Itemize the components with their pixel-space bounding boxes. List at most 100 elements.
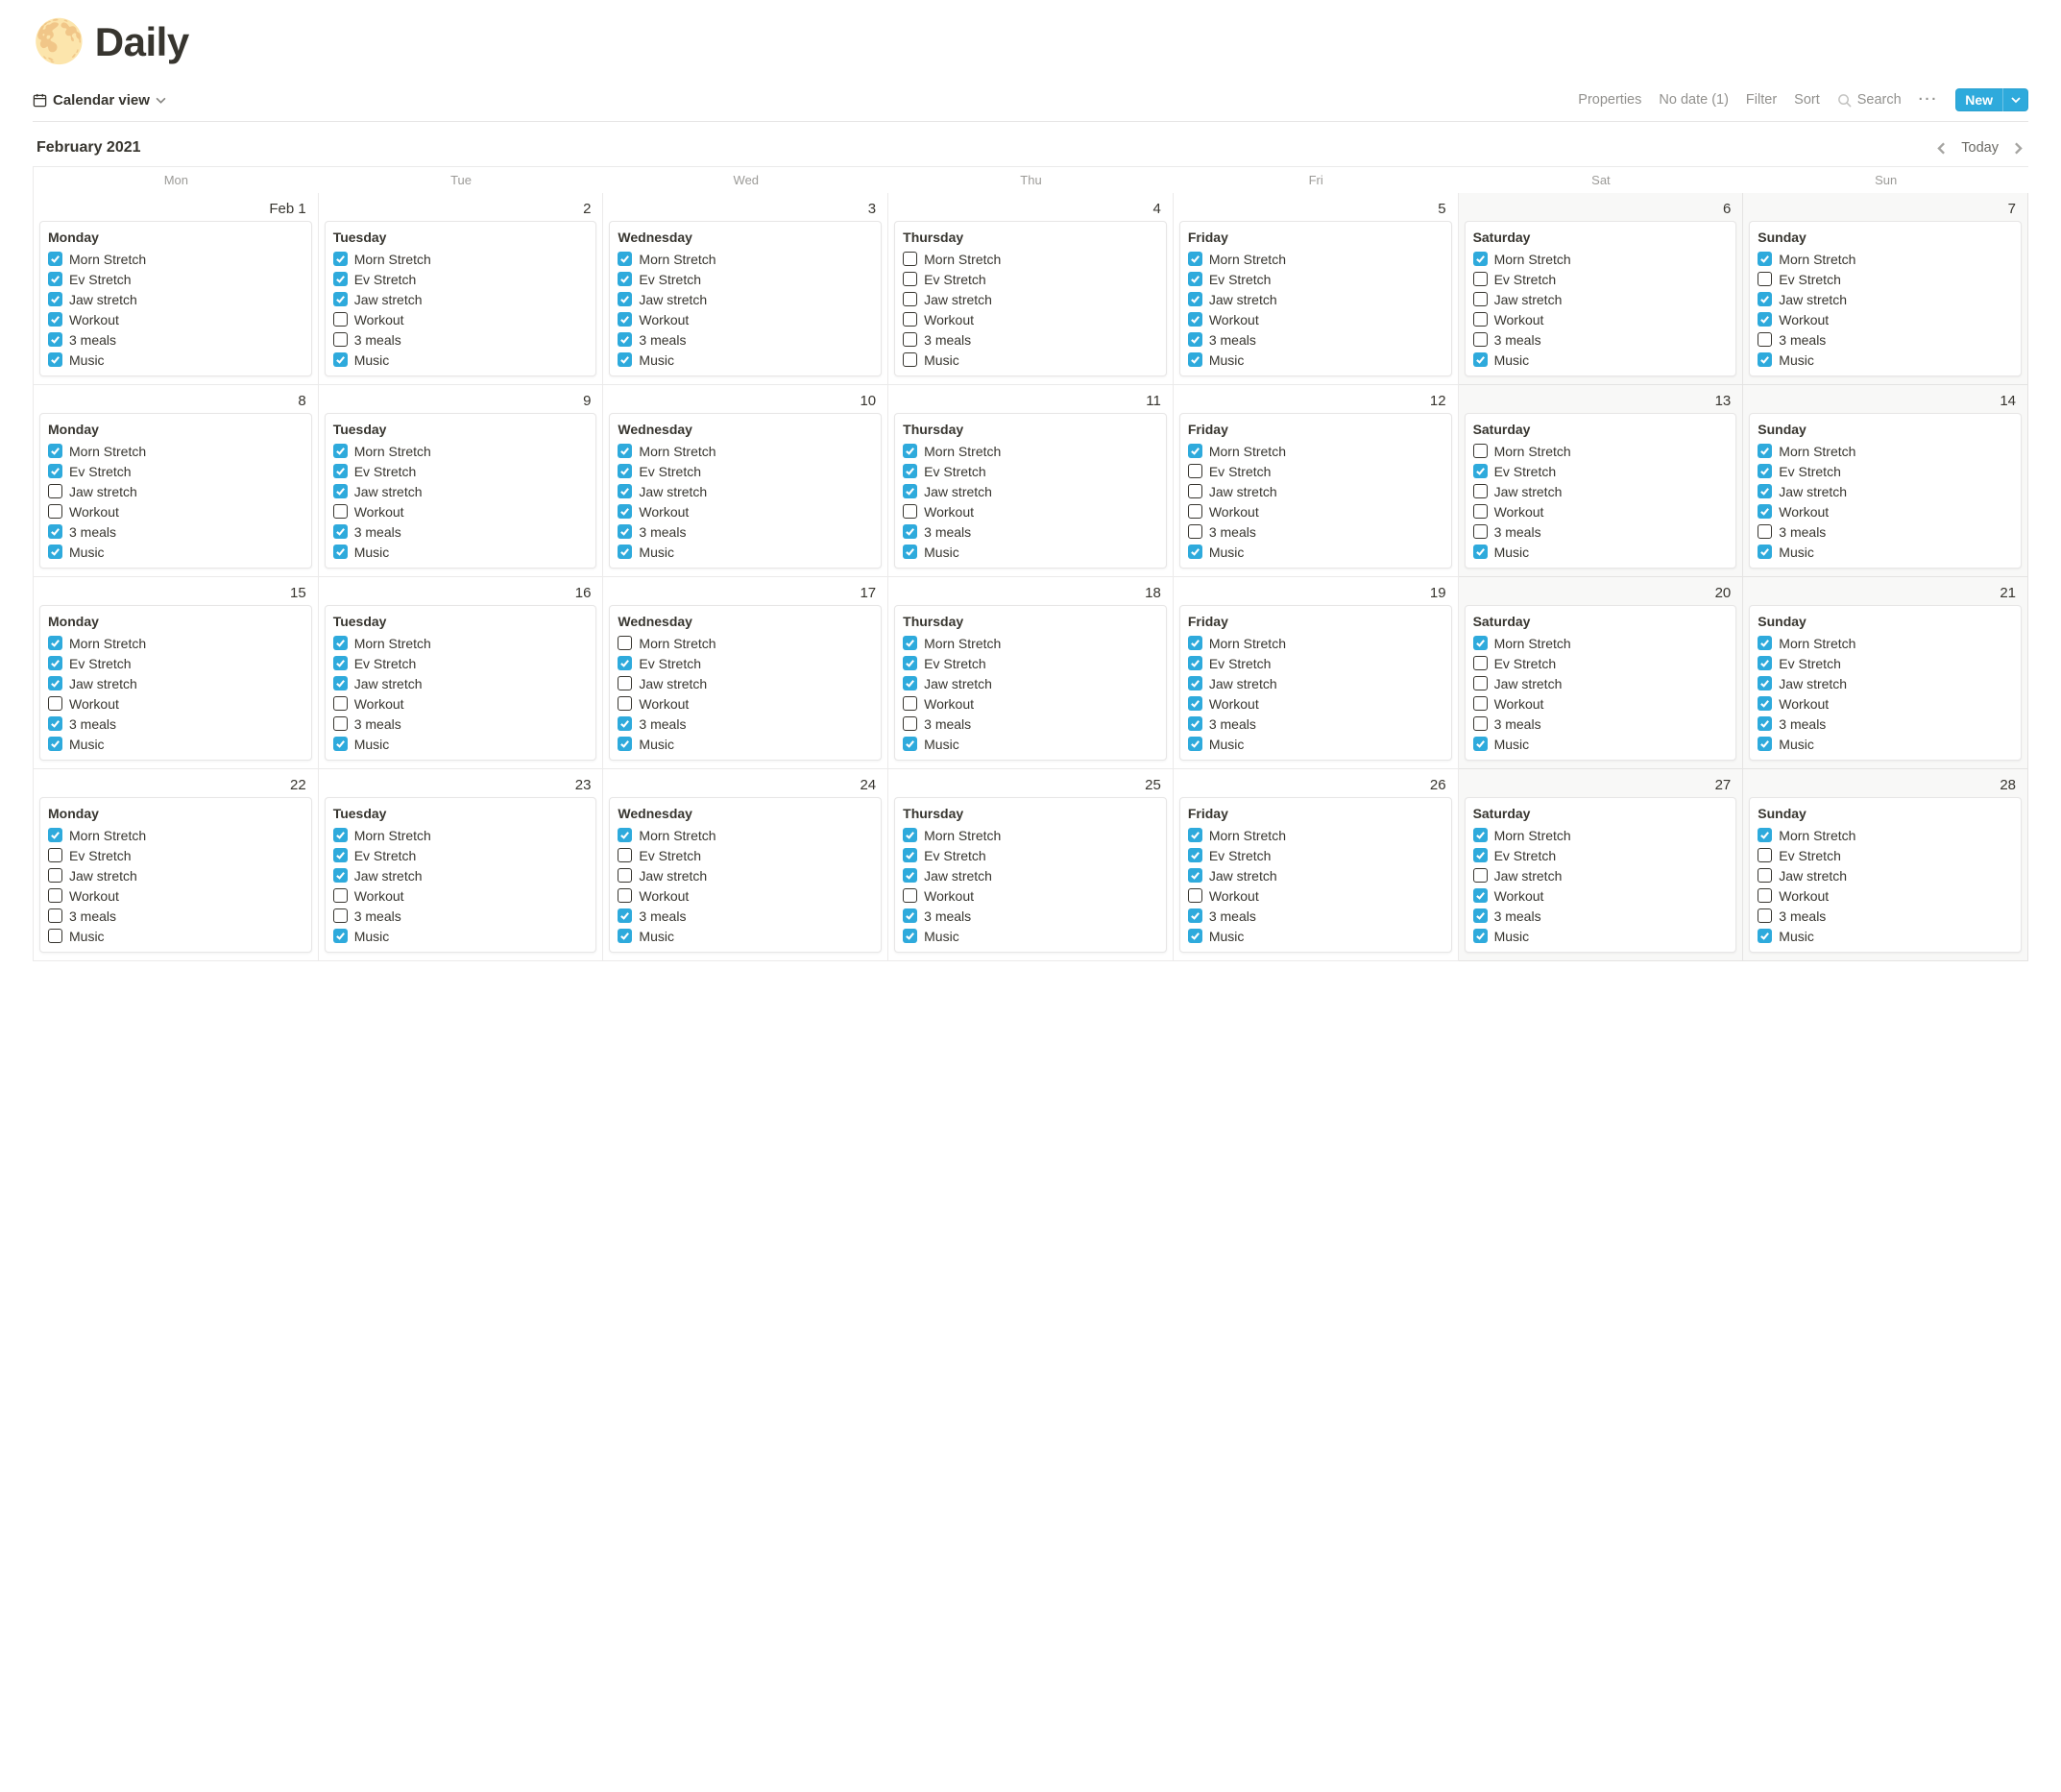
calendar-cell[interactable]: 9TuesdayMorn StretchEv StretchJaw stretc… <box>319 385 604 577</box>
checkbox[interactable] <box>1473 696 1488 711</box>
calendar-cell[interactable]: 2TuesdayMorn StretchEv StretchJaw stretc… <box>319 193 604 385</box>
checkbox[interactable] <box>903 504 917 519</box>
day-card[interactable]: MondayMorn StretchEv StretchJaw stretchW… <box>39 413 312 569</box>
checkbox[interactable] <box>618 908 632 923</box>
calendar-cell[interactable]: 26FridayMorn StretchEv StretchJaw stretc… <box>1174 769 1459 961</box>
checkbox[interactable] <box>1758 524 1772 539</box>
sort-button[interactable]: Sort <box>1794 92 1820 108</box>
checkbox[interactable] <box>1473 524 1488 539</box>
checkbox[interactable] <box>903 312 917 327</box>
checkbox[interactable] <box>333 676 348 690</box>
checkbox[interactable] <box>333 929 348 943</box>
checkbox[interactable] <box>1188 484 1202 498</box>
checkbox[interactable] <box>1473 292 1488 306</box>
checkbox[interactable] <box>333 656 348 670</box>
checkbox[interactable] <box>1473 272 1488 286</box>
calendar-cell[interactable]: 8MondayMorn StretchEv StretchJaw stretch… <box>34 385 319 577</box>
checkbox[interactable] <box>1758 848 1772 862</box>
checkbox[interactable] <box>48 312 62 327</box>
calendar-cell[interactable]: 17WednesdayMorn StretchEv StretchJaw str… <box>603 577 888 769</box>
calendar-cell[interactable]: 15MondayMorn StretchEv StretchJaw stretc… <box>34 577 319 769</box>
calendar-cell[interactable]: 7SundayMorn StretchEv StretchJaw stretch… <box>1743 193 2028 385</box>
checkbox[interactable] <box>48 352 62 367</box>
checkbox[interactable] <box>618 716 632 731</box>
day-card[interactable]: FridayMorn StretchEv StretchJaw stretchW… <box>1179 221 1452 376</box>
checkbox[interactable] <box>618 352 632 367</box>
checkbox[interactable] <box>48 716 62 731</box>
checkbox[interactable] <box>333 828 348 842</box>
calendar-cell[interactable]: 25ThursdayMorn StretchEv StretchJaw stre… <box>888 769 1174 961</box>
checkbox[interactable] <box>903 252 917 266</box>
checkbox[interactable] <box>1473 332 1488 347</box>
calendar-cell[interactable]: 5FridayMorn StretchEv StretchJaw stretch… <box>1174 193 1459 385</box>
day-card[interactable]: TuesdayMorn StretchEv StretchJaw stretch… <box>325 605 597 761</box>
checkbox[interactable] <box>1188 828 1202 842</box>
calendar-cell[interactable]: 28SundayMorn StretchEv StretchJaw stretc… <box>1743 769 2028 961</box>
checkbox[interactable] <box>333 545 348 559</box>
checkbox[interactable] <box>1188 737 1202 751</box>
checkbox[interactable] <box>903 352 917 367</box>
checkbox[interactable] <box>48 524 62 539</box>
checkbox[interactable] <box>1473 252 1488 266</box>
new-button[interactable]: New <box>1955 88 2028 111</box>
checkbox[interactable] <box>1188 252 1202 266</box>
day-card[interactable]: FridayMorn StretchEv StretchJaw stretchW… <box>1179 413 1452 569</box>
checkbox[interactable] <box>1758 252 1772 266</box>
checkbox[interactable] <box>903 292 917 306</box>
day-card[interactable]: TuesdayMorn StretchEv StretchJaw stretch… <box>325 221 597 376</box>
day-card[interactable]: MondayMorn StretchEv StretchJaw stretchW… <box>39 797 312 953</box>
calendar-cell[interactable]: 11ThursdayMorn StretchEv StretchJaw stre… <box>888 385 1174 577</box>
checkbox[interactable] <box>48 252 62 266</box>
checkbox[interactable] <box>333 888 348 903</box>
calendar-cell[interactable]: 14SundayMorn StretchEv StretchJaw stretc… <box>1743 385 2028 577</box>
checkbox[interactable] <box>618 524 632 539</box>
checkbox[interactable] <box>1473 352 1488 367</box>
checkbox[interactable] <box>1758 332 1772 347</box>
checkbox[interactable] <box>1188 524 1202 539</box>
day-card[interactable]: TuesdayMorn StretchEv StretchJaw stretch… <box>325 413 597 569</box>
checkbox[interactable] <box>1758 272 1772 286</box>
checkbox[interactable] <box>1758 696 1772 711</box>
checkbox[interactable] <box>1188 352 1202 367</box>
checkbox[interactable] <box>1473 737 1488 751</box>
page-icon[interactable]: 🌕 <box>33 21 85 63</box>
checkbox[interactable] <box>1473 908 1488 923</box>
day-card[interactable]: WednesdayMorn StretchEv StretchJaw stret… <box>609 221 882 376</box>
checkbox[interactable] <box>1473 888 1488 903</box>
day-card[interactable]: ThursdayMorn StretchEv StretchJaw stretc… <box>894 413 1167 569</box>
checkbox[interactable] <box>1473 929 1488 943</box>
checkbox[interactable] <box>48 636 62 650</box>
checkbox[interactable] <box>1758 868 1772 883</box>
checkbox[interactable] <box>1473 716 1488 731</box>
checkbox[interactable] <box>903 444 917 458</box>
checkbox[interactable] <box>333 352 348 367</box>
checkbox[interactable] <box>618 545 632 559</box>
checkbox[interactable] <box>48 929 62 943</box>
calendar-cell[interactable]: 27SaturdayMorn StretchEv StretchJaw stre… <box>1459 769 1744 961</box>
checkbox[interactable] <box>333 716 348 731</box>
day-card[interactable]: SaturdayMorn StretchEv StretchJaw stretc… <box>1465 797 1737 953</box>
checkbox[interactable] <box>903 848 917 862</box>
checkbox[interactable] <box>1188 504 1202 519</box>
checkbox[interactable] <box>618 484 632 498</box>
checkbox[interactable] <box>618 929 632 943</box>
checkbox[interactable] <box>903 524 917 539</box>
prev-month-button[interactable] <box>1935 142 1948 155</box>
checkbox[interactable] <box>1188 464 1202 478</box>
checkbox[interactable] <box>618 656 632 670</box>
day-card[interactable]: SaturdayMorn StretchEv StretchJaw stretc… <box>1465 605 1737 761</box>
checkbox[interactable] <box>618 332 632 347</box>
checkbox[interactable] <box>1188 332 1202 347</box>
checkbox[interactable] <box>1188 636 1202 650</box>
checkbox[interactable] <box>48 656 62 670</box>
checkbox[interactable] <box>1758 464 1772 478</box>
day-card[interactable]: ThursdayMorn StretchEv StretchJaw stretc… <box>894 797 1167 953</box>
checkbox[interactable] <box>1188 444 1202 458</box>
checkbox[interactable] <box>333 292 348 306</box>
checkbox[interactable] <box>903 828 917 842</box>
checkbox[interactable] <box>1758 636 1772 650</box>
calendar-cell[interactable]: 24WednesdayMorn StretchEv StretchJaw str… <box>603 769 888 961</box>
day-card[interactable]: MondayMorn StretchEv StretchJaw stretchW… <box>39 221 312 376</box>
calendar-cell[interactable]: 23TuesdayMorn StretchEv StretchJaw stret… <box>319 769 604 961</box>
checkbox[interactable] <box>333 464 348 478</box>
